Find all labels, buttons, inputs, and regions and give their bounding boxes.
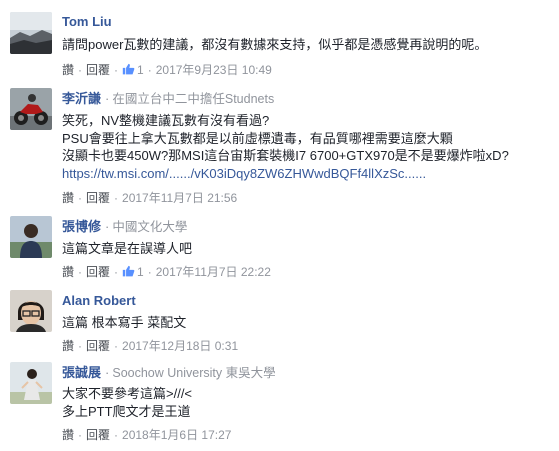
author-affiliation: 在國立台中二中擔任Studnets <box>112 92 275 106</box>
comment-body: 這篇 根本寫手 菜配文 <box>62 314 186 332</box>
thumbs-up-icon <box>122 265 135 277</box>
comment-actions: 讚 · 回覆 · 2018年1月6日 17:27 <box>62 428 232 442</box>
reply-button[interactable]: 回覆 <box>86 428 110 442</box>
avatar[interactable] <box>10 12 52 54</box>
comment-body: 笑死，NV整機建議瓦數有沒有看過? PSU會要往上拿大瓦數都是以前虛標遺毒，有品… <box>62 112 509 182</box>
comment-text: 這篇文章是在誤導人吧 <box>62 241 193 256</box>
comment-header: Alan Robert <box>62 292 136 310</box>
comment-author[interactable]: 張博修 <box>62 219 101 234</box>
avatar[interactable] <box>10 362 52 404</box>
comment-text: 請問power瓦數的建議，都沒有數據來支持，似乎都是憑感覺再說明的呢。 <box>62 37 488 52</box>
comment-author[interactable]: Alan Robert <box>62 293 136 308</box>
like-button[interactable]: 讚 <box>62 265 74 279</box>
reply-button[interactable]: 回覆 <box>86 63 110 77</box>
reply-button[interactable]: 回覆 <box>86 339 110 353</box>
comment-timestamp[interactable]: 2017年12月18日 0:31 <box>122 339 238 353</box>
comment-body: 請問power瓦數的建議，都沒有數據來支持，似乎都是憑感覺再說明的呢。 <box>62 36 487 54</box>
comment-text: 多上PTT爬文才是王道 <box>62 403 191 419</box>
comment-header: 張誠展 · Soochow University 東吳大學 <box>62 365 276 380</box>
avatar[interactable] <box>10 290 52 332</box>
author-affiliation: Soochow University 東吳大學 <box>112 366 276 380</box>
comment-body: 大家不要參考這篇>///< 多上PTT爬文才是王道 <box>62 385 192 420</box>
comment-timestamp[interactable]: 2017年9月23日 10:49 <box>156 63 272 77</box>
comment-author[interactable]: 張誠展 <box>62 365 101 380</box>
glasses-person-avatar-icon <box>10 290 52 332</box>
like-count[interactable]: 1 <box>137 63 144 77</box>
like-button[interactable]: 讚 <box>62 428 74 442</box>
thumbs-up-icon <box>122 63 135 75</box>
comment-body: 這篇文章是在誤導人吧 <box>62 240 192 258</box>
landscape-avatar-icon <box>10 12 52 54</box>
like-count[interactable]: 1 <box>137 265 144 279</box>
like-button[interactable]: 讚 <box>62 339 74 353</box>
comment-author[interactable]: Tom Liu <box>62 14 112 29</box>
comment-author[interactable]: 李沂謙 <box>62 91 101 106</box>
comment-text: 笑死，NV整機建議瓦數有沒有看過? <box>62 113 270 128</box>
avatar[interactable] <box>10 88 52 130</box>
comment-timestamp[interactable]: 2017年11月7日 21:56 <box>122 191 237 205</box>
like-button[interactable]: 讚 <box>62 63 74 77</box>
outdoor-person-avatar-icon <box>10 362 52 404</box>
comment-text: PSU會要往上拿大瓦數都是以前虛標遺毒，有品質哪裡需要這麼大顆 <box>62 130 453 146</box>
comment-header: 張博修 · 中國文化大學 <box>62 219 188 234</box>
comment-actions: 讚 · 回覆 · 1 · 2017年11月7日 22:22 <box>62 265 271 279</box>
comment-timestamp[interactable]: 2017年11月7日 22:22 <box>156 265 271 279</box>
comment-header: Tom Liu <box>62 13 112 31</box>
reply-button[interactable]: 回覆 <box>86 265 110 279</box>
comment-actions: 讚 · 回覆 · 2017年12月18日 0:31 <box>62 339 239 353</box>
comment-actions: 讚 · 回覆 · 1 · 2017年9月23日 10:49 <box>62 63 272 77</box>
author-affiliation: 中國文化大學 <box>112 220 188 234</box>
comment-header: 李沂謙 · 在國立台中二中擔任Studnets <box>62 91 275 106</box>
comment-actions: 讚 · 回覆 · 2017年11月7日 21:56 <box>62 191 238 205</box>
person-avatar-icon <box>10 216 52 258</box>
comment-text: 這篇 根本寫手 菜配文 <box>62 315 187 330</box>
comment-timestamp[interactable]: 2018年1月6日 17:27 <box>122 428 231 442</box>
comment-text: 大家不要參考這篇>///< <box>62 386 193 401</box>
reply-button[interactable]: 回覆 <box>86 191 110 205</box>
comment-link[interactable]: https://tw.msi.com/....../vK03iDqy8ZW6ZH… <box>62 165 509 183</box>
motorcycle-avatar-icon <box>10 88 52 130</box>
comment-text: 沒顯卡也要450W?那MSI這台宙斯套裝機I7 6700+GTX970是不是要爆… <box>62 148 509 163</box>
avatar[interactable] <box>10 216 52 258</box>
like-button[interactable]: 讚 <box>62 191 74 205</box>
